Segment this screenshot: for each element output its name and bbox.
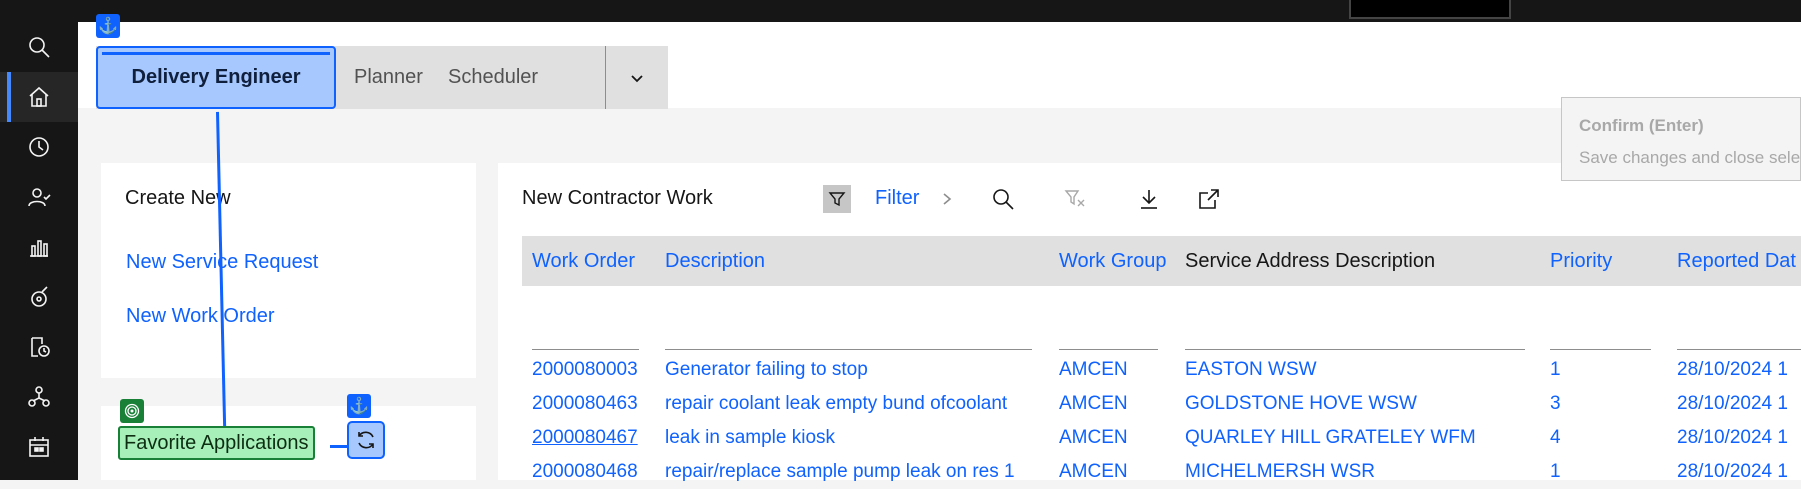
tab-delivery-engineer[interactable]: Delivery Engineer: [96, 46, 336, 109]
header-field[interactable]: [1349, 0, 1511, 19]
cell-service-address: QUARLEY HILL GRATELEY WFM: [1185, 427, 1476, 448]
filter-link[interactable]: Filter: [875, 187, 919, 210]
tab-label: Planner: [354, 66, 423, 88]
tab-label: Delivery Engineer: [131, 66, 301, 88]
column-header-priority[interactable]: Priority: [1550, 236, 1612, 286]
chevron-right-icon[interactable]: [933, 185, 961, 213]
launch-icon[interactable]: [1195, 185, 1223, 213]
column-header-description[interactable]: Description: [665, 236, 765, 286]
cell-reported-date: 28/10/2024 1: [1677, 427, 1788, 448]
clear-filter-icon[interactable]: [1061, 185, 1089, 213]
create-new-card: Create New New Service Request New Work …: [101, 163, 476, 378]
cell-work-group: AMCEN: [1059, 359, 1128, 380]
column-header-reported-date[interactable]: Reported Dat: [1677, 236, 1796, 286]
filter-icon[interactable]: [823, 185, 851, 213]
cell-work-group: AMCEN: [1059, 427, 1128, 448]
refresh-icon: [358, 431, 374, 449]
table-row[interactable]: 2000080463 repair coolant leak empty bun…: [522, 387, 1801, 421]
filter-input-work-group[interactable]: [1059, 349, 1158, 350]
asset-icon[interactable]: [0, 272, 78, 322]
column-header-work-order[interactable]: Work Order: [532, 236, 635, 286]
filter-input-priority[interactable]: [1550, 349, 1651, 350]
tab-overflow-button[interactable]: [606, 46, 668, 109]
column-header-work-group[interactable]: Work Group: [1059, 236, 1166, 286]
cell-work-order[interactable]: 2000080463: [532, 387, 638, 421]
cell-priority: 1: [1550, 461, 1561, 482]
filter-input-service-address[interactable]: [1185, 349, 1525, 350]
favorite-applications-title: Favorite Applications: [118, 426, 315, 460]
column-header-service-address[interactable]: Service Address Description: [1185, 236, 1435, 286]
cell-work-group: AMCEN: [1059, 461, 1128, 482]
cell-work-group: AMCEN: [1059, 393, 1128, 414]
cell-priority: 3: [1550, 393, 1561, 414]
table-header: Work Order Description Work Group Servic…: [522, 236, 1801, 286]
cell-work-order[interactable]: 2000080467: [532, 421, 638, 455]
anchor-icon: ⚓: [347, 394, 371, 418]
top-header-bar: [0, 0, 1801, 22]
cell-service-address: MICHELMERSH WSR: [1185, 461, 1376, 482]
filter-input-description[interactable]: [665, 349, 1032, 350]
anchor-icon: ⚓: [96, 14, 120, 38]
cell-work-order[interactable]: 2000080468: [532, 455, 638, 489]
cell-reported-date: 28/10/2024 1: [1677, 359, 1788, 380]
cell-description: repair/replace sample pump leak on res 1: [665, 461, 1015, 482]
search-icon[interactable]: [989, 185, 1017, 213]
user-check-icon[interactable]: [0, 172, 78, 222]
cell-reported-date: 28/10/2024 1: [1677, 461, 1788, 482]
cell-service-address: GOLDSTONE HOVE WSW: [1185, 393, 1417, 414]
work-list-title: New Contractor Work: [522, 187, 713, 209]
network-icon[interactable]: [0, 372, 78, 422]
card-title: Create New: [125, 187, 231, 209]
calendar-icon[interactable]: [0, 422, 78, 472]
tab-label: Scheduler: [448, 66, 539, 88]
annotation-connector: [330, 445, 348, 448]
tab-scheduler[interactable]: Scheduler: [448, 46, 538, 109]
table-row[interactable]: 2000080003 Generator failing to stop AMC…: [522, 353, 1801, 387]
work-order-icon[interactable]: [0, 322, 78, 372]
table-row[interactable]: 2000080468 repair/replace sample pump le…: [522, 455, 1801, 489]
new-work-order-link[interactable]: New Work Order: [126, 305, 275, 328]
tooltip-title: Confirm (Enter): [1579, 116, 1704, 135]
cell-description: leak in sample kiosk: [665, 427, 836, 448]
refresh-button[interactable]: [347, 421, 385, 459]
tab-planner[interactable]: Planner: [354, 46, 423, 109]
role-tabs: Delivery Engineer Planner Scheduler: [96, 46, 668, 109]
cell-priority: 4: [1550, 427, 1561, 448]
confirm-tooltip: Confirm (Enter) Save changes and close s…: [1561, 97, 1801, 181]
cell-priority: 1: [1550, 359, 1561, 380]
tooltip-text: Save changes and close sele: [1579, 148, 1801, 167]
side-navigation: [0, 22, 78, 480]
home-icon[interactable]: [0, 72, 78, 122]
cell-reported-date: 28/10/2024 1: [1677, 393, 1788, 414]
table-row[interactable]: 2000080467 leak in sample kiosk AMCEN QU…: [522, 421, 1801, 455]
history-icon[interactable]: [0, 122, 78, 172]
cell-description: repair coolant leak empty bund ofcoolant: [665, 393, 1008, 414]
download-icon[interactable]: [1135, 185, 1163, 213]
target-icon: [120, 399, 144, 423]
chart-icon[interactable]: [0, 222, 78, 272]
filter-input-work-order[interactable]: [532, 349, 639, 350]
search-icon[interactable]: [0, 22, 78, 72]
cell-work-order[interactable]: 2000080003: [532, 353, 638, 387]
filter-input-reported-date[interactable]: [1677, 349, 1801, 350]
cell-description: Generator failing to stop: [665, 359, 868, 380]
cell-service-address: EASTON WSW: [1185, 359, 1317, 380]
chevron-down-icon: [631, 74, 643, 82]
